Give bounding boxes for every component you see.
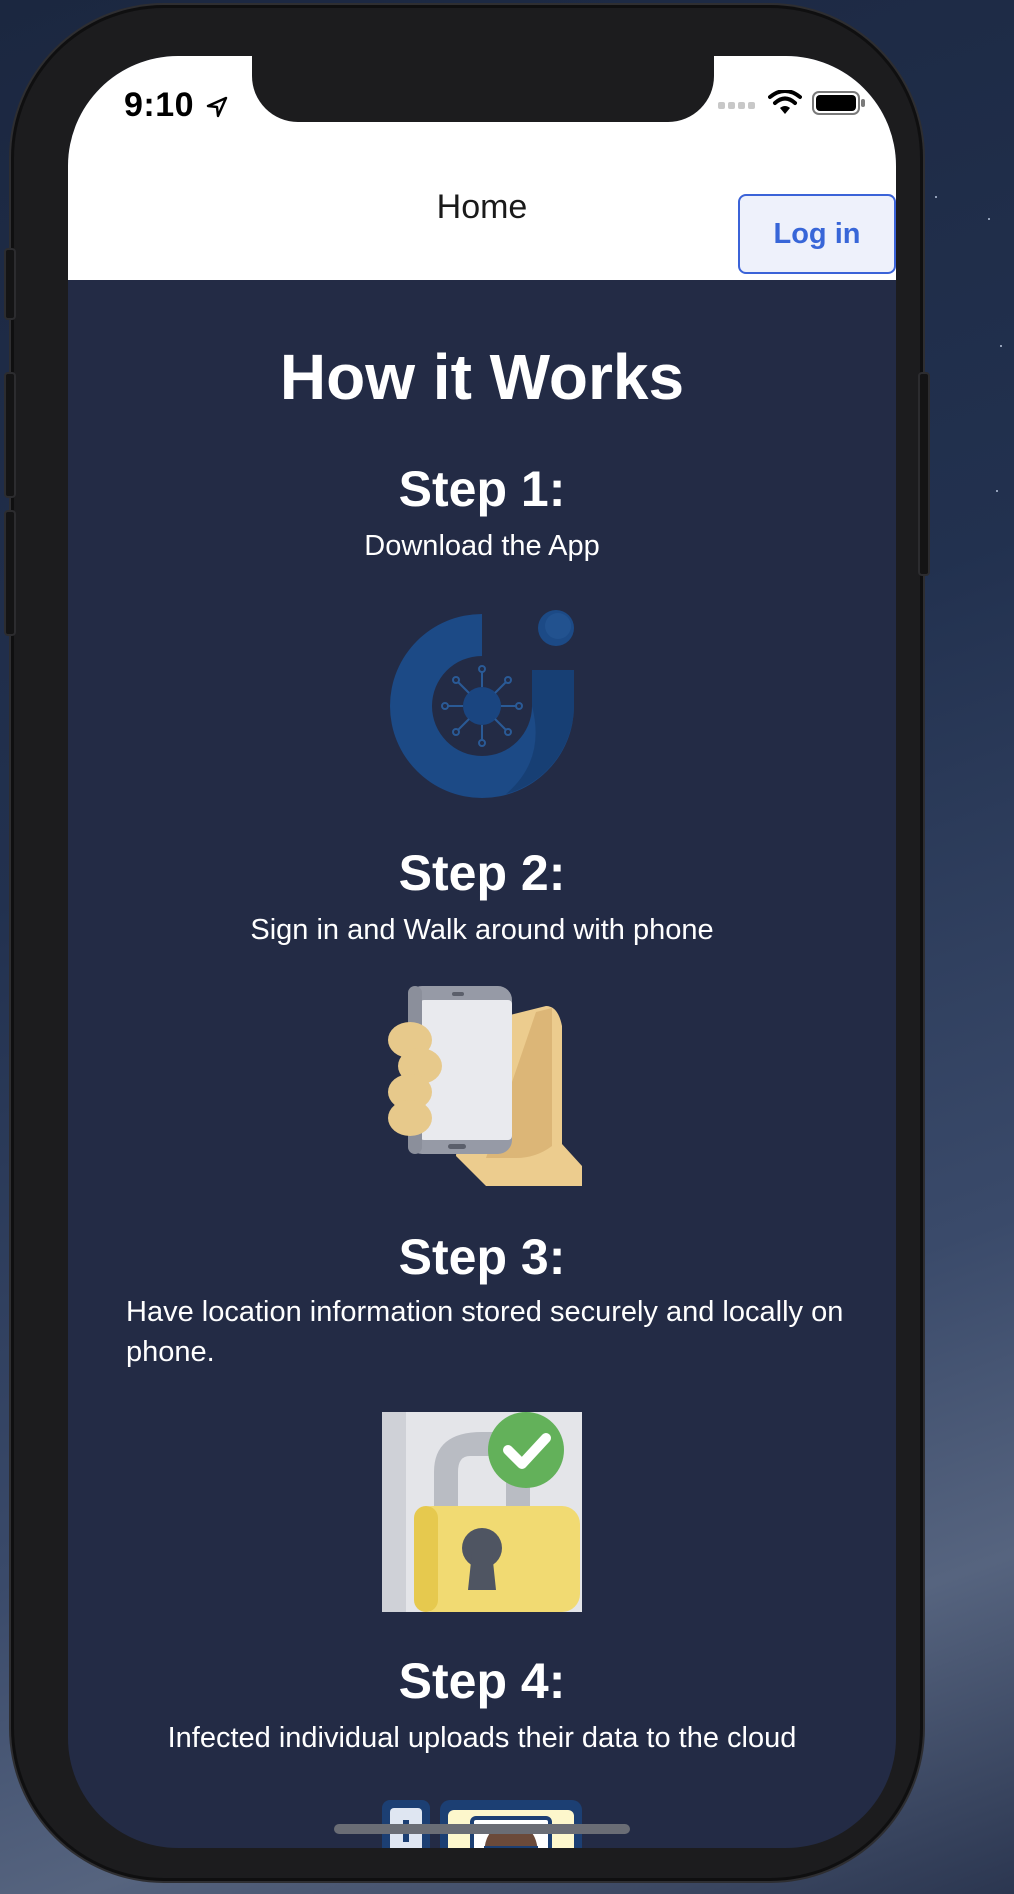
wifi-icon — [768, 90, 802, 114]
power-button — [918, 372, 930, 576]
step-4-description: Infected individual uploads their data t… — [167, 1722, 797, 1754]
location-arrow-icon — [206, 96, 228, 118]
hand-holding-phone-icon — [388, 986, 582, 1186]
home-indicator[interactable] — [334, 1824, 630, 1834]
page-heading: How it Works — [279, 341, 685, 413]
phone-frame: 9:10 Home Log in How it Works Step 1: Do… — [4, 8, 930, 1878]
login-button[interactable]: Log in — [738, 194, 896, 274]
status-indicators — [718, 90, 866, 116]
step-2-description: Sign in and Walk around with phone — [250, 914, 714, 946]
secure-lock-check-icon — [382, 1412, 582, 1612]
cellular-signal-icon — [718, 102, 755, 109]
volume-up-button — [4, 372, 16, 498]
mute-switch — [4, 248, 16, 320]
step-3-description: Have location information stored securel… — [126, 1296, 844, 1368]
step-3-title: Step 3: — [398, 1229, 566, 1285]
step-2-title: Step 2: — [398, 845, 566, 901]
battery-icon — [812, 91, 865, 115]
app-logo-icon — [390, 610, 574, 798]
phone-screen: 9:10 Home Log in How it Works Step 1: Do… — [68, 56, 896, 1848]
step-1-description: Download the App — [364, 530, 600, 562]
status-time: 9:10 — [124, 86, 228, 125]
status-bar: 9:10 — [68, 56, 896, 148]
navigation-bar: Home Log in — [68, 148, 896, 280]
step-1-title: Step 1: — [398, 461, 566, 517]
patient-in-bed-icon — [382, 1800, 582, 1848]
notch — [252, 56, 714, 122]
step-4-title: Step 4: — [398, 1653, 566, 1709]
volume-down-button — [4, 510, 16, 636]
